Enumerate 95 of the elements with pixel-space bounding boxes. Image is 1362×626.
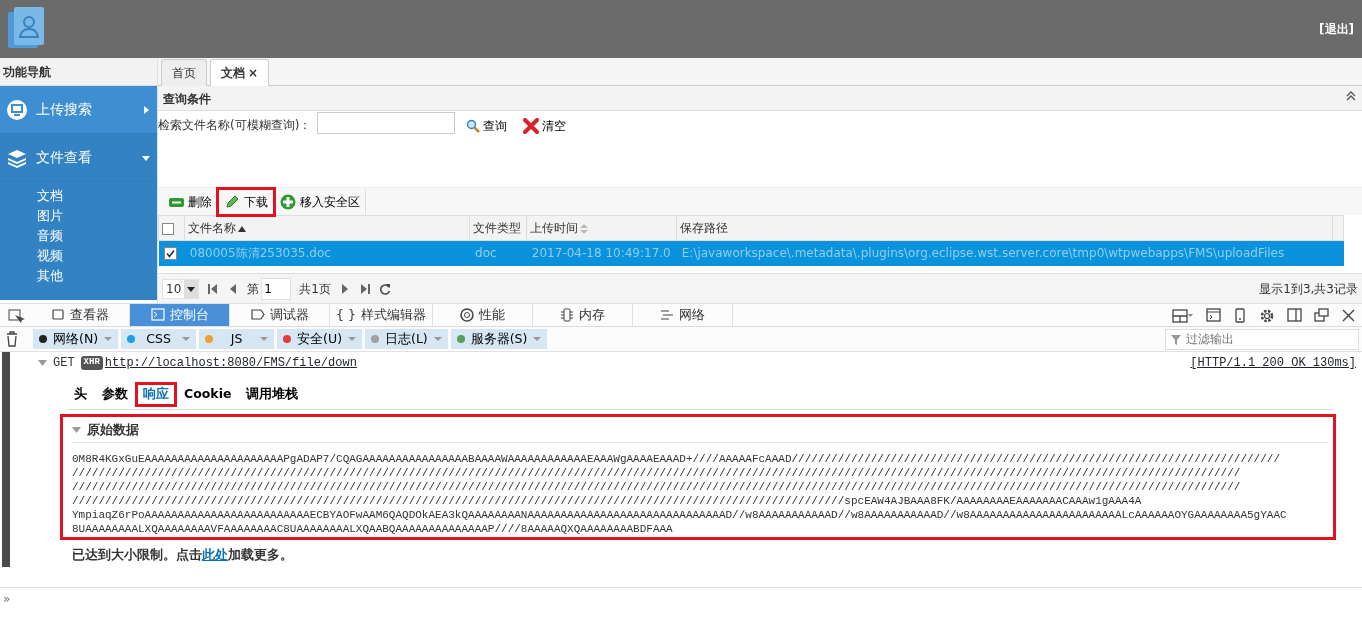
table-cell: doc <box>475 246 497 260</box>
table-cell: 080005陈清253035.doc <box>189 246 331 260</box>
plus-icon <box>280 193 297 210</box>
caret-right-icon <box>141 104 151 115</box>
page-field[interactable]: 1 <box>261 277 292 300</box>
gauge-icon <box>459 308 474 322</box>
caret-down-icon <box>184 279 199 298</box>
request-method: GET <box>53 355 75 372</box>
settings-icon[interactable] <box>1259 307 1275 323</box>
square-icon <box>50 308 65 322</box>
raw-data-line: YmpiaqZ6rPoAAAAAAAAAAAAAAAAAAAAAAAAAECBYAOFwAAM6QAQDOkAEA3kQAAAAAAAANAAAAAAAAAAAAAAAAAAAAAAAAAAAAAAD//w8AAAAAAAAAAAD//w8AAAAAAAAAAAD//w8AAAAAAAAAAAAAAAAAAAAAAALcAAAAAAOYGAAAAAAAA5gYAAC <box>72 508 1288 523</box>
tag-icon <box>250 308 265 322</box>
prompt-icon: » <box>0 589 11 608</box>
page-summary: 显示1到3,共3记录 <box>1259 280 1358 298</box>
search-field[interactable] <box>317 112 456 134</box>
load-more-link[interactable]: 此处 <box>202 547 228 563</box>
sidebar-subitem[interactable]: 其他 <box>37 266 157 286</box>
page-total: 共1页 <box>299 280 331 298</box>
toolbar-button[interactable]: 移入安全区 <box>274 188 366 215</box>
filter-button[interactable]: JS <box>199 329 275 349</box>
phone-icon[interactable] <box>1233 307 1247 323</box>
refresh-icon[interactable] <box>378 282 391 295</box>
last-page-icon[interactable] <box>358 282 371 295</box>
response-tab[interactable]: 头 <box>68 384 93 405</box>
chip-icon <box>559 308 574 322</box>
caret-down-icon <box>260 336 269 342</box>
section-title: 原始数据 <box>87 420 139 439</box>
tab[interactable]: 首页 <box>161 59 207 86</box>
devtools-tab[interactable]: 网络 <box>632 304 733 326</box>
column-header[interactable]: 文件名称 <box>187 221 248 235</box>
caret-down-icon <box>348 336 356 342</box>
funnel-icon <box>1171 334 1181 345</box>
tab[interactable]: 文档 × <box>210 59 270 86</box>
response-tab[interactable]: Cookie <box>178 384 238 405</box>
expand-arrow-icon[interactable] <box>38 360 47 366</box>
devtools-tab[interactable]: 内存 <box>532 304 633 326</box>
raw-data-line: ///////////////////////////////////////////////////////////////////////////////////////////////////////////////////////////////////////////////////////////////////////////////// <box>72 480 1242 495</box>
search-label: 检索文件名称(可模糊查询)： <box>158 117 312 134</box>
toolbar-button[interactable]: 删除 <box>162 188 218 215</box>
windows-icon[interactable] <box>1314 307 1329 323</box>
filter-field[interactable]: 过滤输出 <box>1165 328 1359 350</box>
column-header[interactable]: 保存路径 <box>679 221 728 235</box>
sidebar-subitem[interactable]: 音频 <box>37 226 157 246</box>
filter-button[interactable]: 安全(U) <box>277 329 362 349</box>
first-page-icon[interactable] <box>207 282 220 295</box>
devtools-tab[interactable]: 性能 <box>432 304 533 326</box>
raw-data-line: /////////////////////////////////////////////////////////////////////////////////////////////////////////////////////spcEAW4AJBAAA8FK/AAAAAAAAEAAAAAAACAAAw1gAAA4A <box>72 494 1143 509</box>
caret-down-icon <box>533 336 542 342</box>
devtools-tab[interactable]: 调试器 <box>230 304 330 326</box>
page-label: 第 <box>247 280 260 298</box>
raw-data-line: 8UAAAAAAAALXQAAAAAAAAVFAAAAAAAAC8UAAAAAAAALXQAABQAAAAAAAAAAAAAAP////8AAAAAQXQAAAAAAAABDFAAA <box>72 522 674 537</box>
sidebar-subitem[interactable]: 视频 <box>37 246 157 266</box>
logout-link[interactable]: [退出] <box>1319 20 1354 38</box>
filter-button[interactable]: 服务器(S) <box>450 329 548 349</box>
response-tab[interactable]: 参数 <box>96 384 134 405</box>
terminal-icon <box>150 308 165 322</box>
request-status[interactable]: [HTTP/1.1 200 OK 130ms] <box>1190 354 1356 372</box>
response-tab[interactable]: 响应 <box>137 384 175 405</box>
magnifier-icon <box>466 119 481 133</box>
table-cell: 2017-04-18 10:49:17.0 <box>531 246 671 260</box>
checkbox[interactable] <box>164 247 177 260</box>
pencil-icon <box>224 193 241 210</box>
clear-button[interactable]: 清空 <box>518 115 572 137</box>
collapse-icon[interactable] <box>1345 90 1357 102</box>
caret-down-icon <box>182 336 191 342</box>
caret-down-icon <box>433 336 442 342</box>
cross-icon <box>523 118 540 134</box>
request-url[interactable]: http://localhost:8080/FMS/file/down <box>104 354 357 372</box>
sidebar-subitem[interactable]: 文档 <box>37 186 157 206</box>
close-icon[interactable] <box>1341 307 1356 323</box>
sidebar-menu-item[interactable]: 文件查看 <box>0 134 157 182</box>
page-size-select[interactable]: 10 <box>162 278 200 299</box>
response-tab[interactable]: 调用堆栈 <box>240 384 305 405</box>
raw-data-line: 0M8R4KGxGuEAAAAAAAAAAAAAAAAAAAAAPgADAP7/CQAGAAAAAAAAAAAAAAAABAAAAWAAAAAAAAAAAAEAAAWgAAAAEAAAD+////AAAAAFcAAAD////////////////////////////////////////////////////////////////////////// <box>72 452 1281 467</box>
toolbar-button[interactable]: 下载 <box>218 188 274 215</box>
table-cell: E:\javaworkspace\.metadata\.plugins\org.eclipse.wst.server.core\tmp0\wtpwebapps\FMS\uploadFiles <box>681 246 1285 260</box>
sidebar-icon[interactable] <box>1287 307 1302 323</box>
devtools-tab[interactable]: { } 样式编辑器 <box>330 304 433 326</box>
filter-button[interactable]: CSS <box>121 329 197 349</box>
sidebar-subitem[interactable]: 图片 <box>37 206 157 226</box>
terminal-icon[interactable] <box>1206 307 1221 323</box>
checkbox[interactable] <box>162 222 174 235</box>
monitor-icon <box>6 98 28 121</box>
panel-title: 查询条件 <box>163 91 211 106</box>
lines-icon <box>659 308 674 322</box>
collapse-arrow-icon[interactable] <box>72 426 81 433</box>
raw-data-line: ///////////////////////////////////////////////////////////////////////////////////////////////////////////////////////////////////////////////////////////////////////////////// <box>72 466 1242 481</box>
caret-down-icon <box>104 336 113 342</box>
search-button[interactable]: 查询 <box>461 115 513 137</box>
filter-button[interactable]: 网络(N) <box>33 329 119 349</box>
layout-icon[interactable] <box>1172 307 1194 323</box>
limit-message: 已达到大小限制。点击此处加载更多。 <box>72 546 294 565</box>
filter-button[interactable]: 日志(L) <box>365 329 448 349</box>
sidebar-title: 功能导航 <box>0 58 157 86</box>
xhr-badge: XHR <box>80 356 103 370</box>
